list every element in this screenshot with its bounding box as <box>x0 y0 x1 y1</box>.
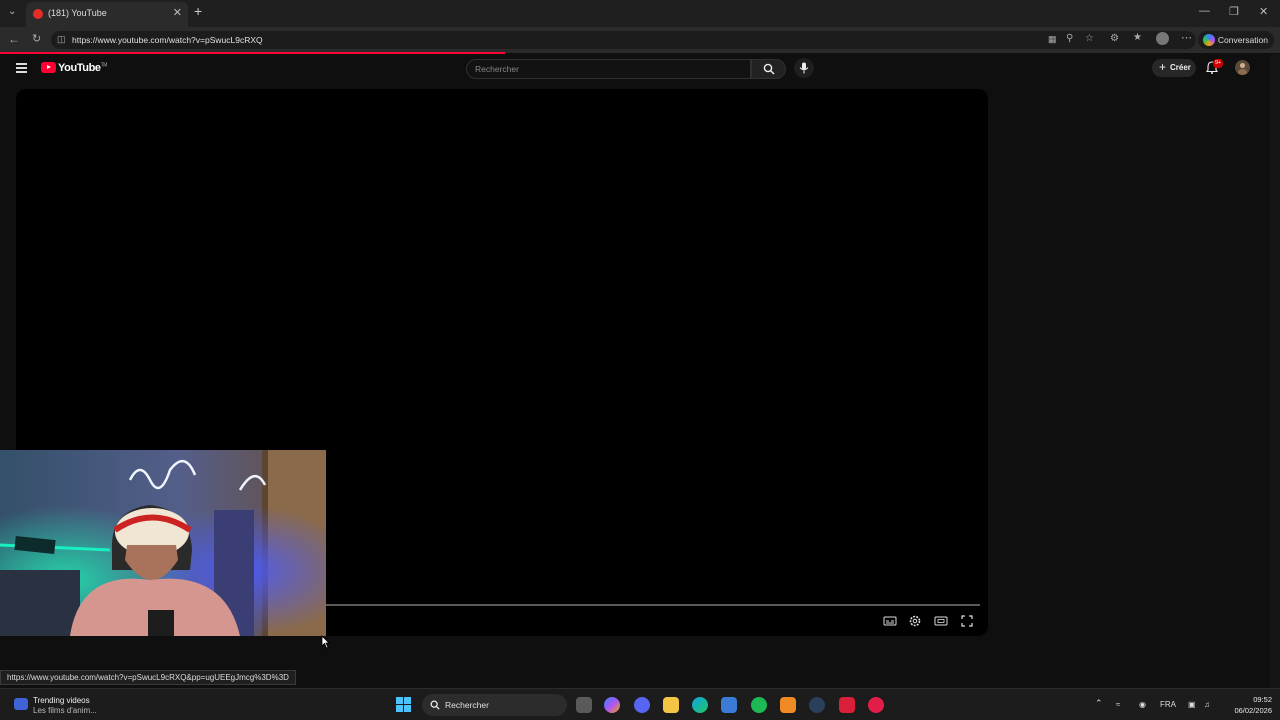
search-input[interactable]: Rechercher <box>466 59 751 79</box>
mouse-cursor-icon <box>321 635 330 649</box>
orange-app-icon[interactable] <box>780 697 796 713</box>
taskbar-search[interactable]: Rechercher <box>422 694 567 716</box>
edge-browser-icon[interactable] <box>692 697 708 713</box>
create-label: Créer <box>1170 63 1191 72</box>
system-clock[interactable]: 09:52 06/02/2026 <box>1222 694 1272 716</box>
steam-app-icon[interactable] <box>809 697 825 713</box>
tab-actions-chevron-icon[interactable]: ⌄ <box>8 6 16 17</box>
settings-gear-icon[interactable] <box>908 614 922 628</box>
start-windows-icon[interactable] <box>396 697 412 713</box>
widget-news-icon <box>14 698 28 710</box>
create-button[interactable]: Créer <box>1152 58 1196 77</box>
search-icon <box>763 63 775 75</box>
app-available-icon[interactable]: ▦ <box>1048 34 1057 45</box>
link-status-bar: https://www.youtube.com/watch?v=pSwucL9c… <box>0 670 296 685</box>
widget-subtitle: Les films d'anim... <box>33 706 97 715</box>
refresh-icon[interactable]: ↻ <box>32 32 41 45</box>
tab-title: (181) YouTube <box>48 8 107 18</box>
discord-app-icon[interactable] <box>634 697 650 713</box>
clock-time: 09:52 <box>1253 695 1272 704</box>
youtube-logo-text[interactable]: YouTubeTM <box>58 62 107 74</box>
copilot-label: Conversation <box>1217 35 1268 45</box>
theater-mode-icon[interactable] <box>934 614 948 628</box>
site-info-icon[interactable]: ◫ <box>57 34 66 45</box>
streaming-app-icon[interactable] <box>868 697 884 713</box>
url-text[interactable]: https://www.youtube.com/watch?v=pSwucL9c… <box>72 35 263 45</box>
address-bar[interactable]: ◫ https://www.youtube.com/watch?v=pSwucL… <box>51 31 1196 49</box>
clock-date: 06/02/2026 <box>1234 706 1272 715</box>
favorites-icon[interactable]: ★ <box>1133 32 1142 43</box>
page-scrollbar[interactable] <box>1270 54 1280 688</box>
microsoft-store-icon[interactable] <box>721 697 737 713</box>
display-icon[interactable]: ▣ <box>1188 700 1196 709</box>
window-close-icon[interactable]: ✕ <box>1259 5 1268 18</box>
subtitles-icon[interactable] <box>883 614 897 628</box>
profile-icon[interactable] <box>1156 32 1169 45</box>
search-placeholder: Rechercher <box>475 64 519 74</box>
webcam-overlay <box>0 450 326 636</box>
volume-icon[interactable]: ♫ <box>1204 700 1210 709</box>
video-progress-bar[interactable] <box>325 604 980 606</box>
youtube-logo-icon[interactable] <box>41 62 56 73</box>
copilot-app-icon[interactable] <box>604 697 620 713</box>
voice-search-button[interactable] <box>794 58 814 78</box>
taskbar-search-label: Rechercher <box>445 700 489 710</box>
browser-toolbar: ← ↻ ◫ https://www.youtube.com/watch?v=pS… <box>0 27 1280 53</box>
task-view-icon[interactable] <box>576 697 592 713</box>
network-icon[interactable]: ≈ <box>1116 700 1120 709</box>
fullscreen-icon[interactable] <box>960 614 974 628</box>
webcam-feed-image <box>0 450 326 636</box>
tab-close-icon[interactable]: ✕ <box>173 6 182 19</box>
minimize-icon[interactable]: — <box>1199 5 1210 17</box>
microphone-icon <box>799 62 809 74</box>
copilot-button[interactable]: Conversation <box>1197 31 1274 49</box>
more-menu-icon[interactable]: ⋯ <box>1181 31 1192 44</box>
copilot-icon <box>1202 34 1215 46</box>
windows-taskbar: Trending videos Les films d'anim... Rech… <box>0 688 1280 720</box>
account-avatar[interactable] <box>1235 60 1250 75</box>
file-explorer-icon[interactable] <box>663 697 679 713</box>
language-indicator[interactable]: FRA <box>1160 700 1176 709</box>
back-arrow-icon[interactable]: ← <box>8 32 20 46</box>
youtube-favicon-icon <box>33 9 43 19</box>
taskbar-search-icon <box>430 700 440 710</box>
widgets-button[interactable]: Trending videos Les films d'anim... <box>12 694 132 716</box>
youtube-header: YouTubeTM Rechercher Créer 9+ <box>0 54 1270 84</box>
browser-tab-strip: ⌄ (181) YouTube ✕ + — ❐ ✕ <box>0 0 1280 27</box>
search-button[interactable] <box>751 59 786 79</box>
extension-icon[interactable]: ⚙ <box>1110 33 1119 44</box>
notification-count-badge: 9+ <box>1213 59 1224 68</box>
widget-title: Trending videos <box>33 696 90 705</box>
logo-tm: TM <box>100 62 108 69</box>
menu-hamburger-icon[interactable] <box>16 63 27 73</box>
red-app-icon[interactable] <box>839 697 855 713</box>
zoom-icon[interactable]: ⚲ <box>1066 33 1073 44</box>
microphone-tray-icon[interactable]: ◉ <box>1139 700 1146 709</box>
restore-icon[interactable]: ❐ <box>1229 5 1239 18</box>
new-tab-icon[interactable]: + <box>194 3 202 19</box>
spotify-app-icon[interactable] <box>751 697 767 713</box>
tray-overflow-chevron-icon[interactable]: ⌃ <box>1095 698 1103 709</box>
favorite-star-icon[interactable]: ☆ <box>1085 33 1094 44</box>
tab-youtube[interactable]: (181) YouTube ✕ <box>26 2 188 27</box>
